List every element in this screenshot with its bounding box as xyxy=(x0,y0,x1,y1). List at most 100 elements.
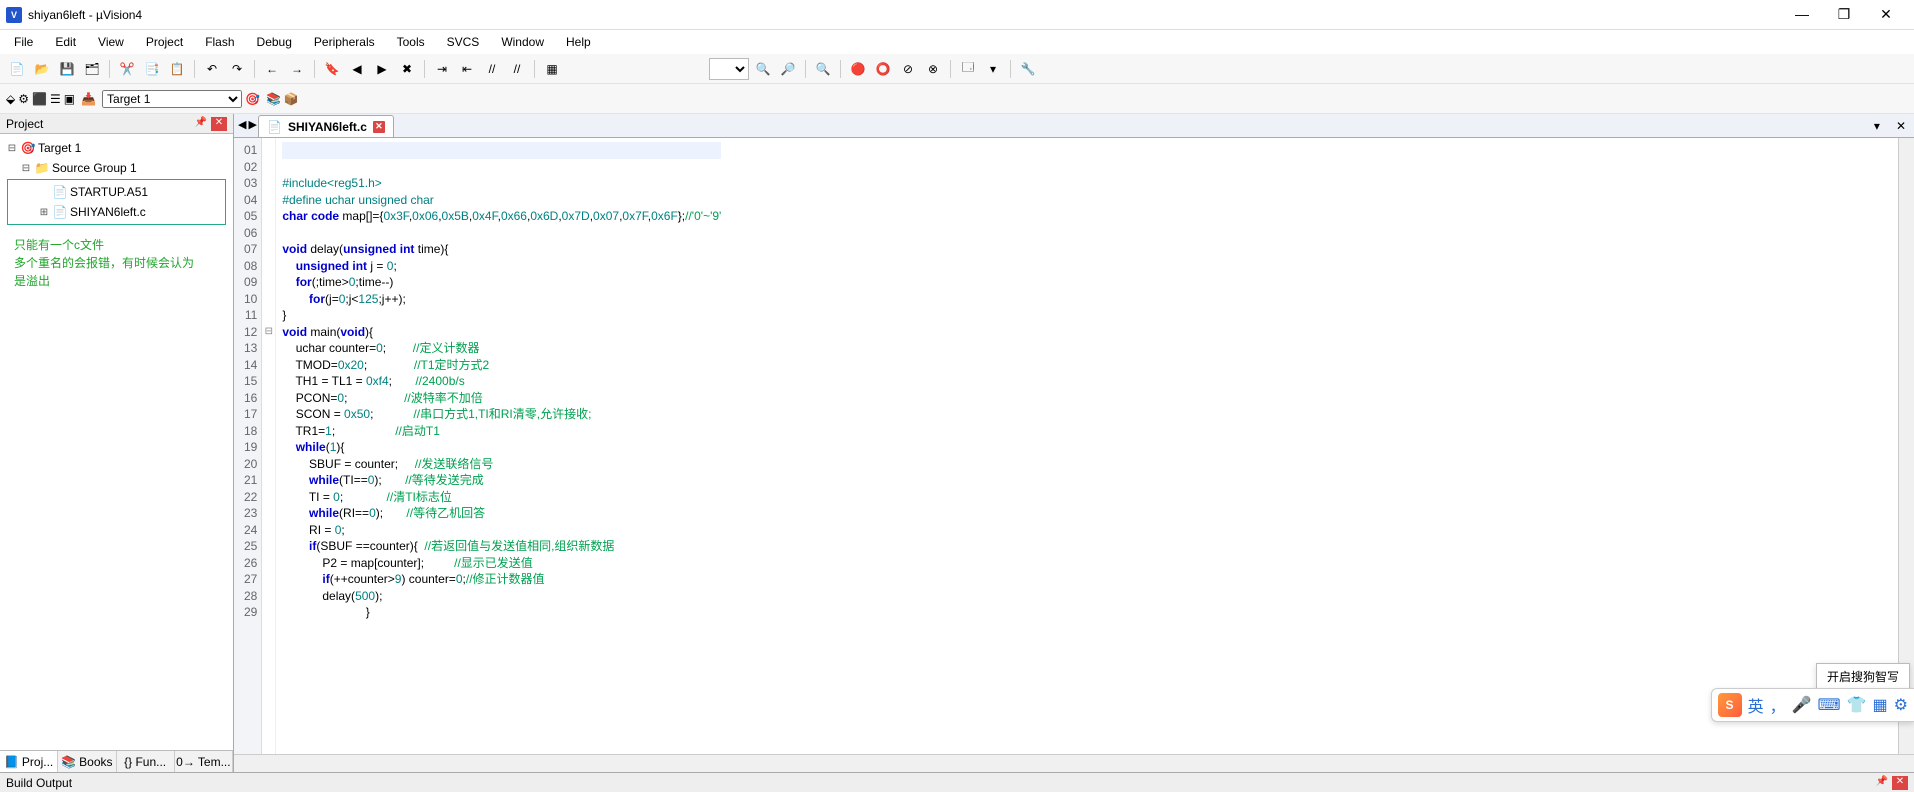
batch-build-button[interactable]: ☰ xyxy=(50,92,61,106)
bookmark-next-button[interactable] xyxy=(371,58,393,80)
open-file-button[interactable] xyxy=(31,58,53,80)
editor-close-all-button[interactable]: ✕ xyxy=(1888,115,1914,137)
menu-debug[interactable]: Debug xyxy=(247,32,302,52)
tree-group[interactable]: ⊟ 📁 Source Group 1 xyxy=(6,158,227,178)
tab-books[interactable]: 📚Books xyxy=(58,751,116,772)
menu-file[interactable]: File xyxy=(4,32,43,52)
undo-button[interactable] xyxy=(201,58,223,80)
target-select[interactable]: Target 1 xyxy=(102,90,242,108)
indent-button[interactable] xyxy=(431,58,453,80)
tree-target[interactable]: ⊟ 🎯 Target 1 xyxy=(6,138,227,158)
ime-skin-icon[interactable]: 👕 xyxy=(1847,695,1867,715)
ime-lang-button[interactable]: 英 xyxy=(1748,693,1764,717)
panel-close-button[interactable]: ✕ xyxy=(1892,776,1908,790)
close-tab-button[interactable]: ✕ xyxy=(373,121,385,133)
manage-project-button[interactable]: 📚 xyxy=(266,92,281,106)
editor-dropdown-icon[interactable]: ▾ xyxy=(1866,115,1888,137)
menu-edit[interactable]: Edit xyxy=(45,32,86,52)
window-dropdown-button[interactable]: ▾ xyxy=(982,58,1004,80)
menu-peripherals[interactable]: Peripherals xyxy=(304,32,385,52)
bookmark-prev-button[interactable] xyxy=(346,58,368,80)
macro-button[interactable]: ▦ xyxy=(541,58,563,80)
file-icon: 📄 xyxy=(52,185,68,199)
build-toolbar: ⬙ ⬛ ☰ ▣ Target 1 📚 📦 xyxy=(0,84,1914,114)
tab-templates[interactable]: 0→ Tem... xyxy=(175,751,233,772)
rebuild-button[interactable]: ⬛ xyxy=(32,92,47,106)
project-panel-tabs: 📘Proj... 📚Books {} Fun... 0→ Tem... xyxy=(0,750,233,772)
pin-icon[interactable]: 📌 xyxy=(1874,776,1890,790)
tree-file-label: SHIYAN6left.c xyxy=(70,205,146,219)
code-editor[interactable]: 0102030405060708091011121314151617181920… xyxy=(234,138,1914,754)
ime-settings-icon[interactable]: ⚙ xyxy=(1894,695,1908,715)
save-all-button[interactable] xyxy=(81,58,103,80)
close-window-button[interactable]: ✕ xyxy=(1874,6,1898,23)
find-in-files-button[interactable] xyxy=(777,58,799,80)
tab-nav-right-icon[interactable]: ▶ xyxy=(248,118,256,131)
menu-tools[interactable]: Tools xyxy=(387,32,435,52)
breakpoint-insert-button[interactable] xyxy=(872,58,894,80)
expander-icon[interactable]: ⊟ xyxy=(6,143,18,154)
code-content[interactable]: #include<reg51.h>#define uchar unsigned … xyxy=(276,138,727,754)
panel-close-button[interactable]: ✕ xyxy=(211,117,227,131)
target-options-button[interactable] xyxy=(245,92,260,106)
tree-file-startup[interactable]: 📄 STARTUP.A51 xyxy=(10,182,223,202)
menu-svcs[interactable]: SVCS xyxy=(437,32,490,52)
download-button[interactable] xyxy=(81,92,96,106)
menu-flash[interactable]: Flash xyxy=(195,32,244,52)
find-button[interactable] xyxy=(752,58,774,80)
window-layout-button[interactable] xyxy=(957,58,979,80)
maximize-button[interactable]: ❐ xyxy=(1832,6,1856,23)
tab-project[interactable]: 📘Proj... xyxy=(0,751,58,772)
uncomment-button[interactable] xyxy=(506,58,528,80)
tree-file-shiyan[interactable]: ⊞ 📄 SHIYAN6left.c xyxy=(10,202,223,222)
copy-button[interactable] xyxy=(141,58,163,80)
menu-help[interactable]: Help xyxy=(556,32,601,52)
stop-build-button[interactable]: ▣ xyxy=(64,92,75,106)
sogou-logo-icon[interactable]: S xyxy=(1718,693,1742,717)
bookmark-clear-button[interactable] xyxy=(396,58,418,80)
menu-bar: FileEditViewProjectFlashDebugPeripherals… xyxy=(0,30,1914,54)
outdent-button[interactable] xyxy=(456,58,478,80)
nav-forward-button[interactable] xyxy=(286,58,308,80)
menu-view[interactable]: View xyxy=(88,32,134,52)
file-extensions-button[interactable]: 📦 xyxy=(284,92,299,106)
menu-window[interactable]: Window xyxy=(491,32,554,52)
minimize-button[interactable]: — xyxy=(1790,6,1814,23)
vertical-scrollbar[interactable] xyxy=(1898,138,1914,754)
project-tree[interactable]: ⊟ 🎯 Target 1 ⊟ 📁 Source Group 1 📄 STARTU… xyxy=(0,134,233,750)
build-button[interactable] xyxy=(18,92,29,106)
new-file-button[interactable] xyxy=(6,58,28,80)
ime-toolbox-icon[interactable]: ▦ xyxy=(1873,695,1888,715)
find-combo[interactable] xyxy=(709,58,749,80)
breakpoint-disable-button[interactable] xyxy=(897,58,919,80)
cut-button[interactable] xyxy=(116,58,138,80)
menu-project[interactable]: Project xyxy=(136,32,193,52)
file-icon: 📄 xyxy=(267,120,282,134)
expander-icon[interactable]: ⊞ xyxy=(38,207,50,218)
editor-tab-shiyan[interactable]: 📄 SHIYAN6left.c ✕ xyxy=(258,115,394,137)
fold-column[interactable]: ⊟ xyxy=(262,138,276,754)
pin-icon[interactable]: 📌 xyxy=(193,117,209,131)
tree-target-label: Target 1 xyxy=(38,141,81,155)
paste-button[interactable] xyxy=(166,58,188,80)
tab-functions[interactable]: {} Fun... xyxy=(117,751,175,772)
tab-nav-left-icon[interactable]: ◀ xyxy=(238,118,246,131)
configure-button[interactable] xyxy=(1017,58,1039,80)
bookmark-toggle-button[interactable] xyxy=(321,58,343,80)
ime-toolbar[interactable]: S 英 ， 🎤 ⌨ 👕 ▦ ⚙ xyxy=(1711,688,1914,722)
comment-button[interactable] xyxy=(481,58,503,80)
ime-punct-icon[interactable]: ， xyxy=(1770,693,1786,717)
horizontal-scrollbar[interactable] xyxy=(234,754,1914,772)
ime-mic-icon[interactable]: 🎤 xyxy=(1792,695,1812,715)
nav-back-button[interactable] xyxy=(261,58,283,80)
editor-area: ◀ ▶ 📄 SHIYAN6left.c ✕ ▾ ✕ 01020304050607… xyxy=(234,114,1914,772)
debug-start-button[interactable] xyxy=(847,58,869,80)
redo-button[interactable] xyxy=(226,58,248,80)
save-button[interactable] xyxy=(56,58,78,80)
ime-keyboard-icon[interactable]: ⌨ xyxy=(1818,695,1841,715)
incremental-find-button[interactable] xyxy=(812,58,834,80)
expander-icon[interactable]: ⊟ xyxy=(20,163,32,174)
project-panel: Project 📌 ✕ ⊟ 🎯 Target 1 ⊟ 📁 Source Grou… xyxy=(0,114,234,772)
breakpoint-kill-button[interactable] xyxy=(922,58,944,80)
translate-button[interactable]: ⬙ xyxy=(6,92,15,106)
